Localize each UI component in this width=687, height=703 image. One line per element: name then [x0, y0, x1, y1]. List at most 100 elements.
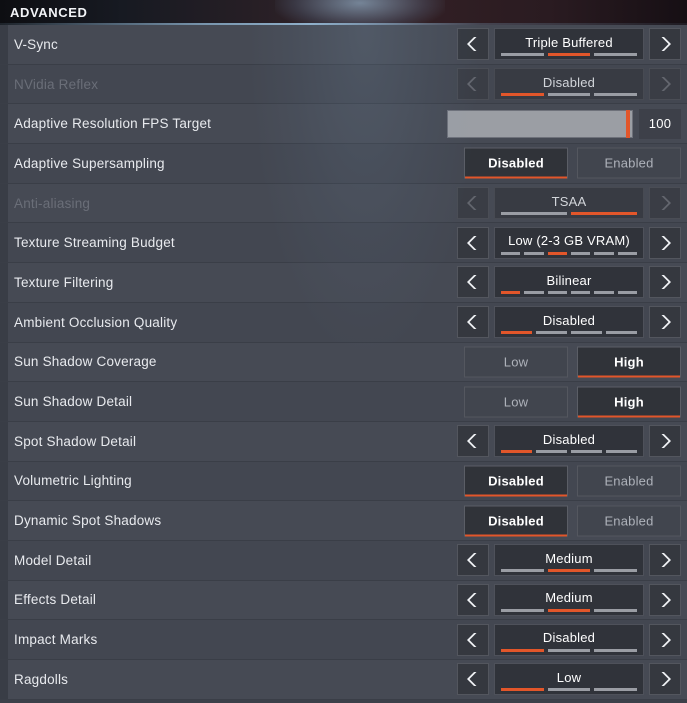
option-button[interactable]: Disabled	[464, 465, 568, 497]
chevron-right-icon[interactable]	[649, 425, 681, 458]
setting-value-box[interactable]: Low	[494, 663, 644, 696]
setting-value: Low	[556, 669, 582, 685]
setting-row: Texture Filtering Bilinear	[0, 263, 687, 303]
chevron-right-icon[interactable]	[649, 583, 681, 616]
advanced-settings-panel: ADVANCED V-Sync Triple Buffered NVidia Ref…	[0, 0, 687, 703]
value-step-indicator	[501, 450, 637, 454]
setting-control: Disabled	[457, 306, 681, 339]
slider-value: 100	[648, 116, 672, 132]
slider-handle[interactable]	[626, 109, 631, 138]
setting-label: Impact Marks	[14, 632, 98, 648]
value-step-segment	[501, 212, 567, 216]
value-step-segment	[547, 569, 591, 573]
setting-value-box[interactable]: Medium	[494, 544, 644, 577]
option-label: High	[614, 354, 644, 370]
setting-row: Impact Marks Disabled	[0, 620, 687, 660]
setting-control: Disabled	[457, 425, 681, 458]
setting-value-box[interactable]: TSAA	[494, 187, 644, 220]
value-step-segment	[594, 648, 638, 652]
chevron-right-icon[interactable]	[649, 544, 681, 577]
setting-row: Anti-aliasing TSAA	[0, 183, 687, 224]
slider-fill	[448, 110, 629, 137]
setting-label: Adaptive Supersampling	[14, 155, 165, 171]
value-step-segment	[571, 212, 637, 216]
setting-control: TSAA	[457, 187, 681, 220]
setting-value-box[interactable]: Triple Buffered	[494, 28, 644, 61]
setting-value-box[interactable]: Medium	[494, 583, 644, 616]
setting-value-box[interactable]: Low (2-3 GB VRAM)	[494, 226, 644, 259]
settings-list: V-Sync Triple Buffered NVidia Reflex Disabl…	[0, 25, 687, 700]
fps-target-slider[interactable]	[447, 109, 633, 138]
setting-row: Volumetric Lighting Disabled Enabled	[0, 461, 687, 502]
chevron-left-icon[interactable]	[457, 583, 489, 616]
setting-label: Adaptive Resolution FPS Target	[14, 116, 212, 132]
chevron-left-icon[interactable]	[457, 226, 489, 259]
option-button[interactable]: Disabled	[464, 505, 568, 537]
chevron-right-icon[interactable]	[649, 663, 681, 696]
option-button[interactable]: High	[577, 346, 681, 378]
setting-row: Adaptive Supersampling Disabled Enabled	[0, 144, 687, 184]
option-label: Low	[503, 354, 529, 370]
value-step-segment	[501, 450, 532, 454]
value-step-indicator	[501, 93, 638, 97]
option-button[interactable]: Enabled	[577, 465, 681, 497]
value-step-segment	[547, 648, 591, 652]
chevron-left-icon[interactable]	[457, 623, 489, 656]
setting-control: Disabled	[457, 68, 681, 101]
chevron-right-icon[interactable]	[649, 623, 681, 656]
setting-value: Low (2-3 GB VRAM)	[508, 233, 630, 249]
setting-label: V-Sync	[14, 36, 58, 52]
value-step-segment	[594, 569, 638, 573]
chevron-left-icon[interactable]	[457, 28, 489, 61]
value-step-segment	[536, 450, 567, 454]
value-step-segment	[501, 53, 544, 57]
setting-value-box[interactable]: Disabled	[494, 306, 644, 339]
setting-value-box[interactable]: Disabled	[494, 623, 644, 656]
value-step-segment	[501, 291, 521, 295]
option-button[interactable]: Low	[464, 346, 568, 378]
chevron-left-icon[interactable]	[457, 266, 489, 299]
value-step-segment	[501, 331, 532, 335]
chevron-left-icon	[457, 68, 489, 101]
chevron-right-icon[interactable]	[649, 266, 681, 299]
value-step-segment	[547, 53, 591, 57]
setting-label: Sun Shadow Coverage	[14, 354, 157, 370]
setting-value-box[interactable]: Bilinear	[494, 266, 644, 299]
chevron-right-icon	[649, 68, 681, 101]
setting-value: Medium	[545, 550, 593, 566]
value-step-indicator	[501, 291, 637, 295]
chevron-right-icon	[649, 187, 681, 220]
setting-value: TSAA	[551, 193, 587, 209]
chevron-left-icon	[457, 187, 489, 220]
value-step-segment	[547, 251, 567, 255]
setting-control: Disabled	[457, 623, 681, 656]
option-button[interactable]: Enabled	[577, 505, 681, 537]
chevron-left-icon[interactable]	[457, 544, 489, 577]
chevron-right-icon[interactable]	[649, 226, 681, 259]
option-button[interactable]: Disabled	[464, 147, 568, 179]
value-step-segment	[617, 251, 637, 255]
value-step-segment	[524, 291, 544, 295]
value-step-segment	[501, 688, 544, 692]
setting-control: Low High	[464, 386, 681, 418]
chevron-right-icon[interactable]	[649, 28, 681, 61]
setting-label: Ambient Occlusion Quality	[14, 314, 178, 330]
setting-value-box[interactable]: Disabled	[494, 68, 644, 101]
chevron-left-icon[interactable]	[457, 425, 489, 458]
chevron-right-icon[interactable]	[649, 306, 681, 339]
option-button[interactable]: Enabled	[577, 147, 681, 179]
value-step-segment	[501, 569, 544, 573]
option-button[interactable]: Low	[464, 386, 568, 418]
setting-value-box[interactable]: Disabled	[494, 425, 644, 458]
setting-row: Ambient Occlusion Quality Disabled	[0, 302, 687, 343]
value-step-segment	[547, 291, 567, 295]
value-step-segment	[501, 93, 544, 97]
option-button[interactable]: High	[577, 386, 681, 418]
value-step-indicator	[501, 569, 638, 573]
chevron-left-icon[interactable]	[457, 306, 489, 339]
setting-value: Disabled	[542, 630, 596, 646]
setting-control: Low	[457, 663, 681, 696]
page-title: ADVANCED	[10, 5, 88, 20]
value-step-segment	[571, 450, 602, 454]
chevron-left-icon[interactable]	[457, 663, 489, 696]
